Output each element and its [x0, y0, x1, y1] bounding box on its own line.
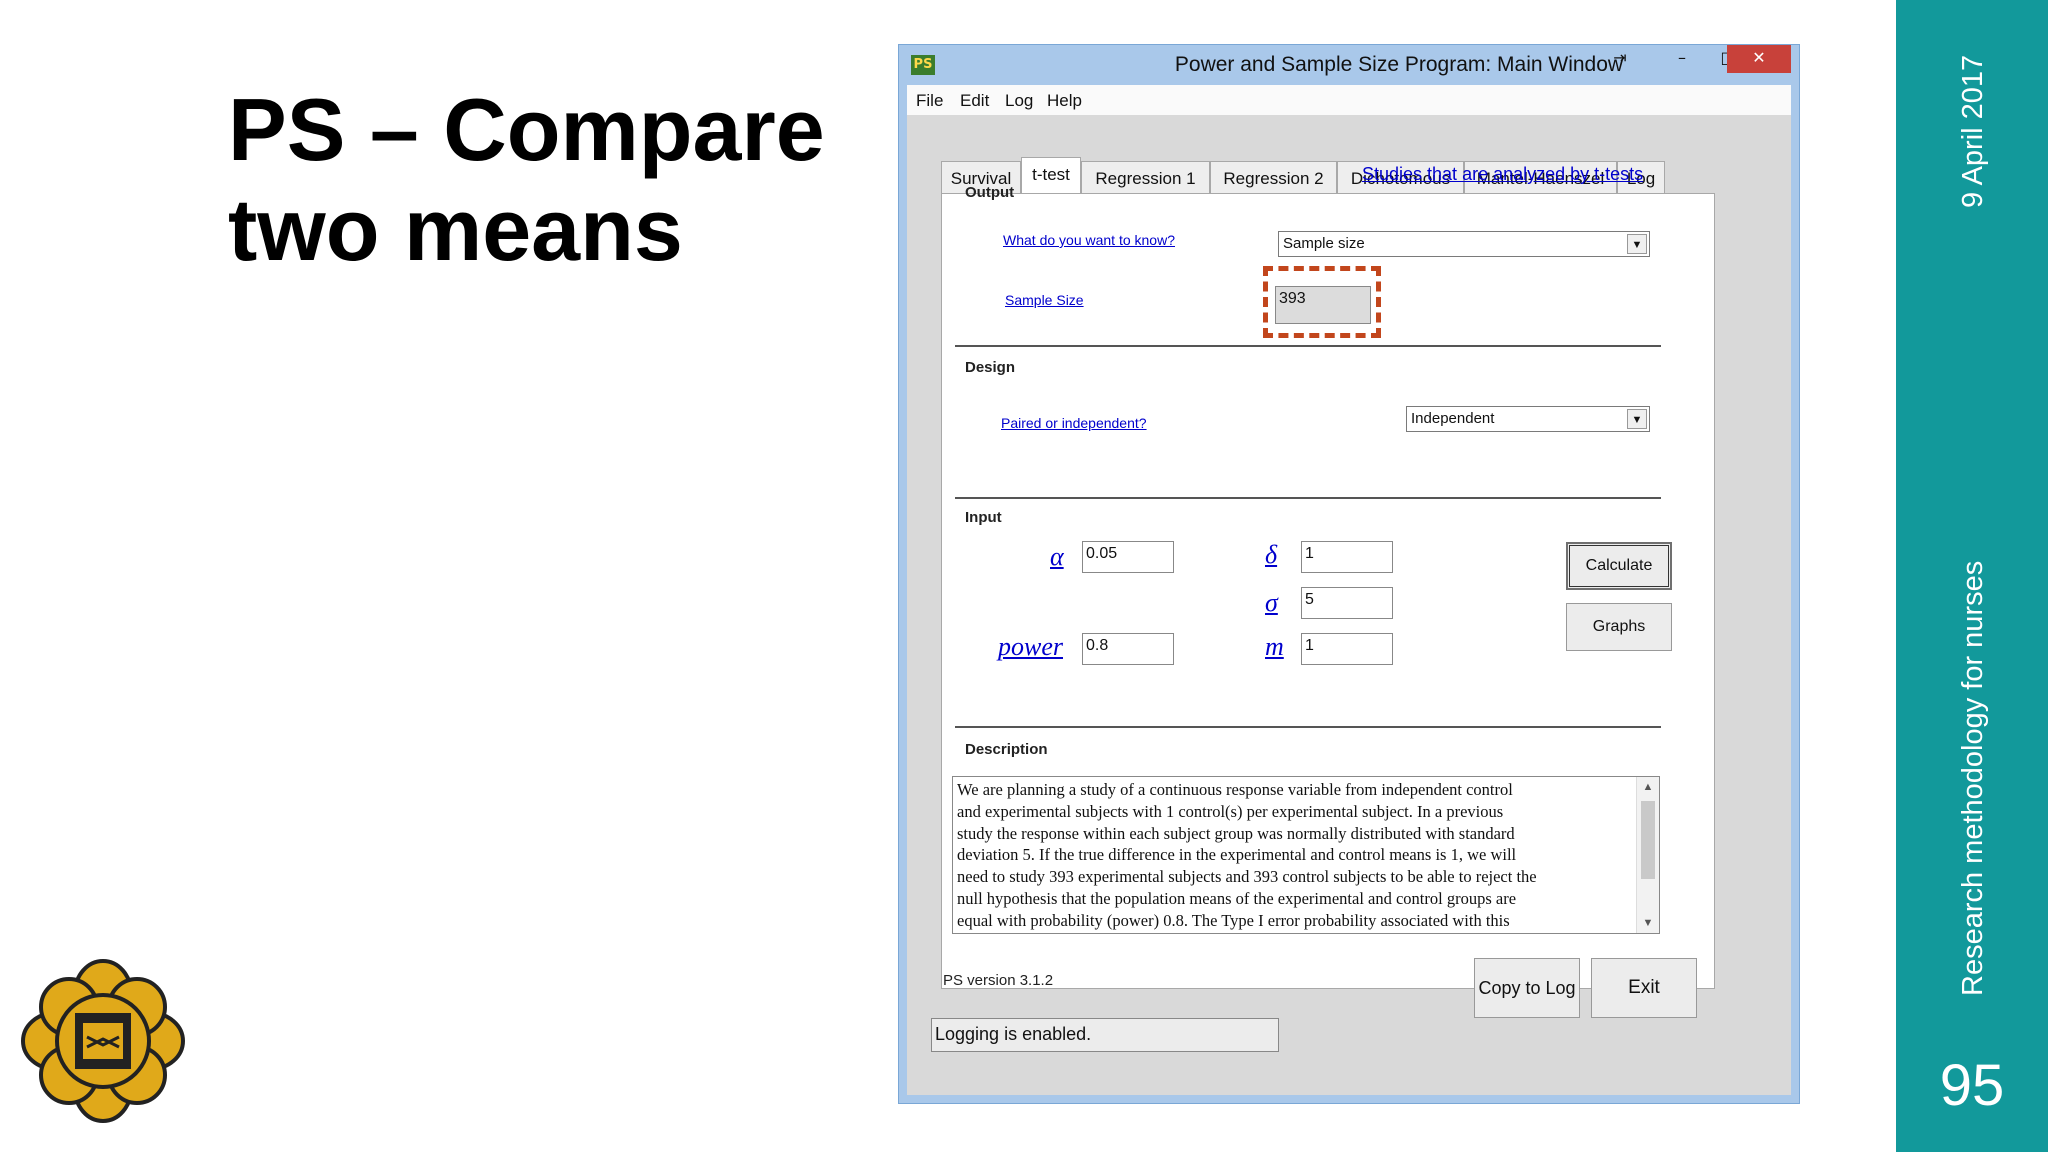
slide-title: PS – Compare two means: [228, 80, 908, 280]
menu-file[interactable]: File: [916, 85, 943, 117]
ps-app-icon[interactable]: PS: [911, 55, 935, 75]
slide-title-line-2: two means: [228, 180, 683, 279]
sigma-field[interactable]: 5: [1301, 587, 1393, 619]
divider: [955, 345, 1661, 347]
input-section-label: Input: [965, 509, 1002, 526]
description-line: deviation 5. If the true difference in t…: [957, 845, 1517, 865]
power-link[interactable]: power: [998, 632, 1063, 662]
chevron-down-icon[interactable]: ▼: [1627, 409, 1647, 429]
alpha-field[interactable]: 0.05: [1082, 541, 1174, 573]
slide-date: 9 April 2017: [1957, 54, 1989, 208]
alpha-link[interactable]: α: [1050, 542, 1064, 572]
description-line: and experimental subjects with 1 control…: [957, 801, 1504, 821]
close-button[interactable]: ✕: [1727, 45, 1791, 73]
sigma-link[interactable]: σ: [1265, 588, 1278, 618]
paired-independent-select[interactable]: Independent ▼: [1406, 406, 1650, 432]
exit-button[interactable]: Exit: [1591, 958, 1697, 1018]
menu-edit[interactable]: Edit: [960, 85, 989, 117]
tab-t-test[interactable]: t-test: [1021, 157, 1081, 195]
page-number: 95: [1939, 1053, 2005, 1118]
tab-regression-2[interactable]: Regression 2: [1210, 161, 1337, 194]
what-to-know-value: Sample size: [1283, 235, 1365, 252]
description-section-label: Description: [965, 741, 1048, 758]
power-field[interactable]: 0.8: [1082, 633, 1174, 665]
menu-log[interactable]: Log: [1005, 85, 1033, 117]
description-line: null hypothesis that the population mean…: [957, 888, 1517, 908]
divider: [955, 726, 1661, 728]
description-line: study the response within each subject g…: [957, 823, 1515, 843]
restore-extra-icon[interactable]: ⇥: [1605, 45, 1635, 73]
m-field[interactable]: 1: [1301, 633, 1393, 665]
logging-status: Logging is enabled.: [931, 1018, 1279, 1052]
slide-title-line-1: PS – Compare: [228, 80, 825, 179]
calculate-button[interactable]: Calculate: [1566, 542, 1672, 590]
version-label: PS version 3.1.2: [943, 972, 1054, 989]
chevron-down-icon[interactable]: ▼: [1627, 234, 1647, 254]
description-line: equal with probability (power) 0.8. The …: [957, 910, 1510, 930]
scroll-thumb[interactable]: [1641, 801, 1655, 879]
output-section-label: Output: [965, 184, 1015, 201]
sample-size-output: 393: [1275, 286, 1371, 324]
scroll-down-icon[interactable]: ▼: [1637, 913, 1659, 933]
divider: [955, 497, 1661, 499]
description-textarea[interactable]: We are planning a study of a continuous …: [952, 776, 1660, 934]
studies-link[interactable]: Studies that are analyzed by t-tests: [1362, 164, 1643, 185]
m-link[interactable]: m: [1265, 632, 1284, 662]
window-title: Power and Sample Size Program: Main Wind…: [1174, 53, 1624, 76]
copy-to-log-button[interactable]: Copy to Log: [1474, 958, 1580, 1018]
course-name: Research methodology for nurses: [1957, 560, 1989, 996]
university-logo: [21, 959, 185, 1123]
menu-bar: File Edit Log Help: [907, 85, 1791, 115]
menu-help[interactable]: Help: [1047, 85, 1082, 117]
description-line: We are planning a study of a continuous …: [957, 780, 1513, 799]
delta-field[interactable]: 1: [1301, 541, 1393, 573]
tab-regression-1[interactable]: Regression 1: [1081, 161, 1210, 194]
paired-independent-value: Independent: [1411, 410, 1495, 427]
minimize-button[interactable]: –: [1659, 45, 1705, 73]
description-text: We are planning a study of a continuous …: [957, 779, 1637, 932]
paired-or-independent-link[interactable]: Paired or independent?: [1001, 415, 1147, 431]
delta-link[interactable]: δ: [1265, 540, 1277, 570]
scroll-up-icon[interactable]: ▲: [1637, 777, 1659, 797]
sample-size-link[interactable]: Sample Size: [1005, 292, 1084, 308]
description-scrollbar[interactable]: ▲ ▼: [1636, 777, 1659, 933]
title-bar[interactable]: PS Power and Sample Size Program: Main W…: [899, 45, 1799, 85]
what-do-you-want-link[interactable]: What do you want to know?: [1003, 232, 1175, 248]
design-section-label: Design: [965, 359, 1016, 376]
description-line: need to study 393 experimental subjects …: [957, 867, 1537, 887]
graphs-button[interactable]: Graphs: [1566, 603, 1672, 651]
what-to-know-select[interactable]: Sample size ▼: [1278, 231, 1650, 257]
